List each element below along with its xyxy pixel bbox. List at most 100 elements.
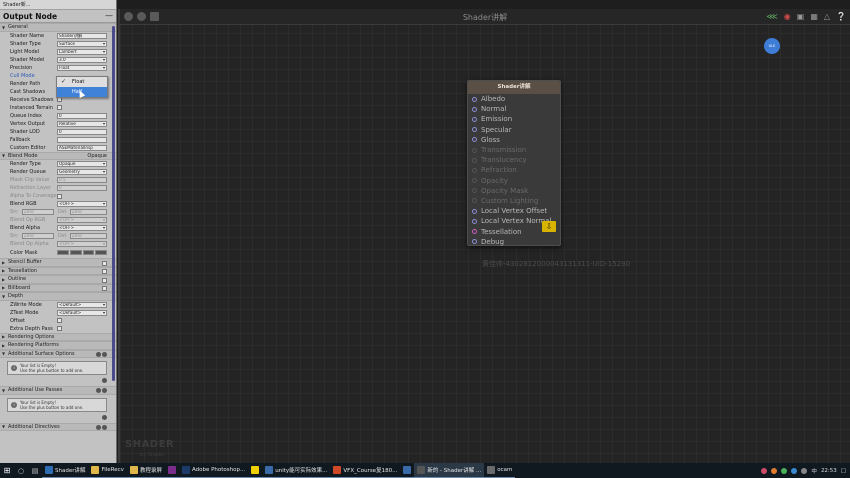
- section-additional-directives[interactable]: ▼ Additional Directives: [0, 422, 116, 431]
- node-port[interactable]: Custom Lighting: [468, 196, 560, 206]
- minimize-icon[interactable]: —: [105, 12, 113, 20]
- color-mask-toggles[interactable]: [57, 249, 107, 255]
- panel-tab[interactable]: Shader新...: [0, 0, 116, 10]
- remove-icon[interactable]: [102, 388, 107, 393]
- taskbar-item[interactable]: [164, 463, 179, 478]
- section-rendering-options[interactable]: ▶ Rendering Options: [0, 332, 116, 341]
- node-port[interactable]: Specular: [468, 125, 560, 135]
- section-rendering-platforms[interactable]: ▶ Rendering Platforms: [0, 341, 116, 350]
- node-port[interactable]: Opacity: [468, 176, 560, 186]
- fallback-input[interactable]: [57, 136, 107, 143]
- share-icon[interactable]: ⋘: [766, 12, 777, 21]
- volume-icon[interactable]: [801, 467, 808, 474]
- node-port[interactable]: Local Vertex Offset: [468, 206, 560, 216]
- node-port[interactable]: Translucency: [468, 155, 560, 165]
- shader-name-input[interactable]: Shader讲解: [57, 32, 107, 39]
- port-pin-icon[interactable]: [472, 178, 477, 184]
- ztest-dropdown[interactable]: <Default>: [57, 309, 107, 316]
- section-tessellation[interactable]: ▶ Tessellation: [0, 266, 116, 275]
- tray-app-icon[interactable]: [771, 467, 778, 474]
- node-port[interactable]: Gloss: [468, 135, 560, 145]
- notification-icon[interactable]: □: [841, 468, 846, 474]
- ime-indicator[interactable]: 中: [811, 467, 817, 475]
- section-general[interactable]: ▼ General: [0, 23, 116, 32]
- section-additional-use-passes[interactable]: ▼ Additional Use Passes: [0, 386, 116, 395]
- precision-dropdown[interactable]: Float: [57, 64, 107, 71]
- node-port[interactable]: Normal: [468, 104, 560, 114]
- taskbar-item[interactable]: Shader讲解: [42, 463, 89, 478]
- node-port[interactable]: Opacity Mask: [468, 186, 560, 196]
- remove-icon[interactable]: [102, 351, 107, 357]
- extra-depth-checkbox[interactable]: [57, 326, 62, 331]
- port-pin-icon[interactable]: [472, 198, 477, 204]
- add-remove-buttons[interactable]: [96, 351, 107, 357]
- section-outline[interactable]: ▶ Outline: [0, 275, 116, 284]
- src-alpha-dropdown[interactable]: Zero: [22, 233, 54, 239]
- output-node[interactable]: Shader讲解 Albedo Normal Emission Specular Glo…: [467, 80, 561, 246]
- port-pin-icon[interactable]: [472, 157, 477, 163]
- task-view-icon[interactable]: ▤: [28, 467, 42, 475]
- custom-editor-input[interactable]: ASEMaterialInsp: [57, 144, 107, 151]
- zwrite-dropdown[interactable]: <Default>: [57, 301, 107, 308]
- port-pin-icon[interactable]: [472, 137, 477, 143]
- shader-model-dropdown[interactable]: 3.0: [57, 56, 107, 63]
- precision-option-float[interactable]: ✓ Float: [57, 77, 107, 87]
- zoom-icon[interactable]: ▦: [810, 12, 818, 21]
- queue-index-input[interactable]: 0: [57, 112, 107, 119]
- blend-alpha-dropdown[interactable]: <OFF>: [57, 225, 107, 231]
- help-icon[interactable]: ❔: [836, 12, 846, 21]
- shader-lod-input[interactable]: 0: [57, 128, 107, 135]
- port-pin-icon[interactable]: [472, 106, 477, 112]
- node-port[interactable]: Emission: [468, 114, 560, 124]
- node-port[interactable]: Debug: [468, 237, 560, 247]
- node-canvas[interactable]: Shader讲解 ⋘ ◉ ▣ ▦ △ ❔ ULE Shader讲解 Albedo…: [118, 9, 850, 463]
- offset-checkbox[interactable]: [57, 318, 62, 323]
- node-port[interactable]: Albedo: [468, 94, 560, 104]
- search-icon[interactable]: ○: [14, 467, 28, 475]
- render-queue-dropdown[interactable]: Geometry: [57, 169, 107, 175]
- add-icon[interactable]: [96, 388, 101, 393]
- shader-type-indicator[interactable]: ULE: [764, 38, 780, 54]
- section-depth[interactable]: ▼ Depth: [0, 292, 116, 301]
- mask-clip-input[interactable]: 0.5: [57, 177, 107, 183]
- light-model-dropdown[interactable]: Lambert: [57, 48, 107, 55]
- taskbar-item[interactable]: 教程录屏: [126, 463, 165, 478]
- stencil-toggle[interactable]: [102, 260, 107, 266]
- section-stencil-buffer[interactable]: ▶ Stencil Buffer: [0, 258, 116, 267]
- taskbar-item[interactable]: Adobe Photoshop...: [178, 463, 249, 478]
- port-pin-icon[interactable]: [472, 239, 477, 245]
- refraction-layer-input[interactable]: 0: [57, 185, 107, 191]
- port-pin-icon[interactable]: [472, 147, 477, 153]
- blend-rgb-dropdown[interactable]: <OFF>: [57, 201, 107, 207]
- section-blend-mode[interactable]: ▼ Blend Mode Opaque: [0, 151, 116, 160]
- taskbar-item[interactable]: FileRecv: [88, 463, 127, 478]
- instanced-terrain-checkbox[interactable]: [57, 105, 62, 110]
- focus-icon[interactable]: ▣: [797, 12, 805, 21]
- node-title[interactable]: Shader讲解: [468, 81, 560, 94]
- vertex-output-dropdown[interactable]: Relative: [57, 120, 107, 127]
- tessellation-toggle[interactable]: [102, 269, 107, 274]
- alpha-to-coverage-checkbox[interactable]: [57, 193, 62, 199]
- section-additional-surface-options[interactable]: ▼ Additional Surface Options: [0, 349, 116, 358]
- add-item-icon[interactable]: [102, 378, 107, 383]
- remove-icon[interactable]: [102, 424, 107, 430]
- render-type-dropdown[interactable]: Opaque: [57, 161, 107, 167]
- add-remove-buttons[interactable]: [96, 424, 107, 430]
- section-billboard[interactable]: ▶ Billboard: [0, 283, 116, 292]
- add-remove-buttons[interactable]: [96, 388, 107, 393]
- screenshot-icon[interactable]: ◉: [784, 12, 791, 21]
- taskbar-item[interactable]: VFX_Course复180...: [330, 463, 401, 478]
- port-pin-icon[interactable]: [472, 229, 477, 235]
- blend-op-alpha-dropdown[interactable]: <OFF>: [57, 241, 107, 247]
- port-pin-icon[interactable]: [472, 188, 477, 194]
- tray-app-icon[interactable]: [781, 467, 788, 474]
- dst-rgb-dropdown[interactable]: Zero: [70, 209, 107, 215]
- tray-app-icon[interactable]: [761, 467, 768, 474]
- billboard-toggle[interactable]: [102, 286, 107, 291]
- node-port[interactable]: Refraction: [468, 165, 560, 175]
- tray-app-icon[interactable]: [791, 467, 798, 474]
- add-icon[interactable]: [96, 351, 101, 357]
- outline-toggle[interactable]: [102, 277, 107, 283]
- port-pin-icon[interactable]: [472, 127, 477, 133]
- taskbar-item[interactable]: ocam: [484, 463, 516, 478]
